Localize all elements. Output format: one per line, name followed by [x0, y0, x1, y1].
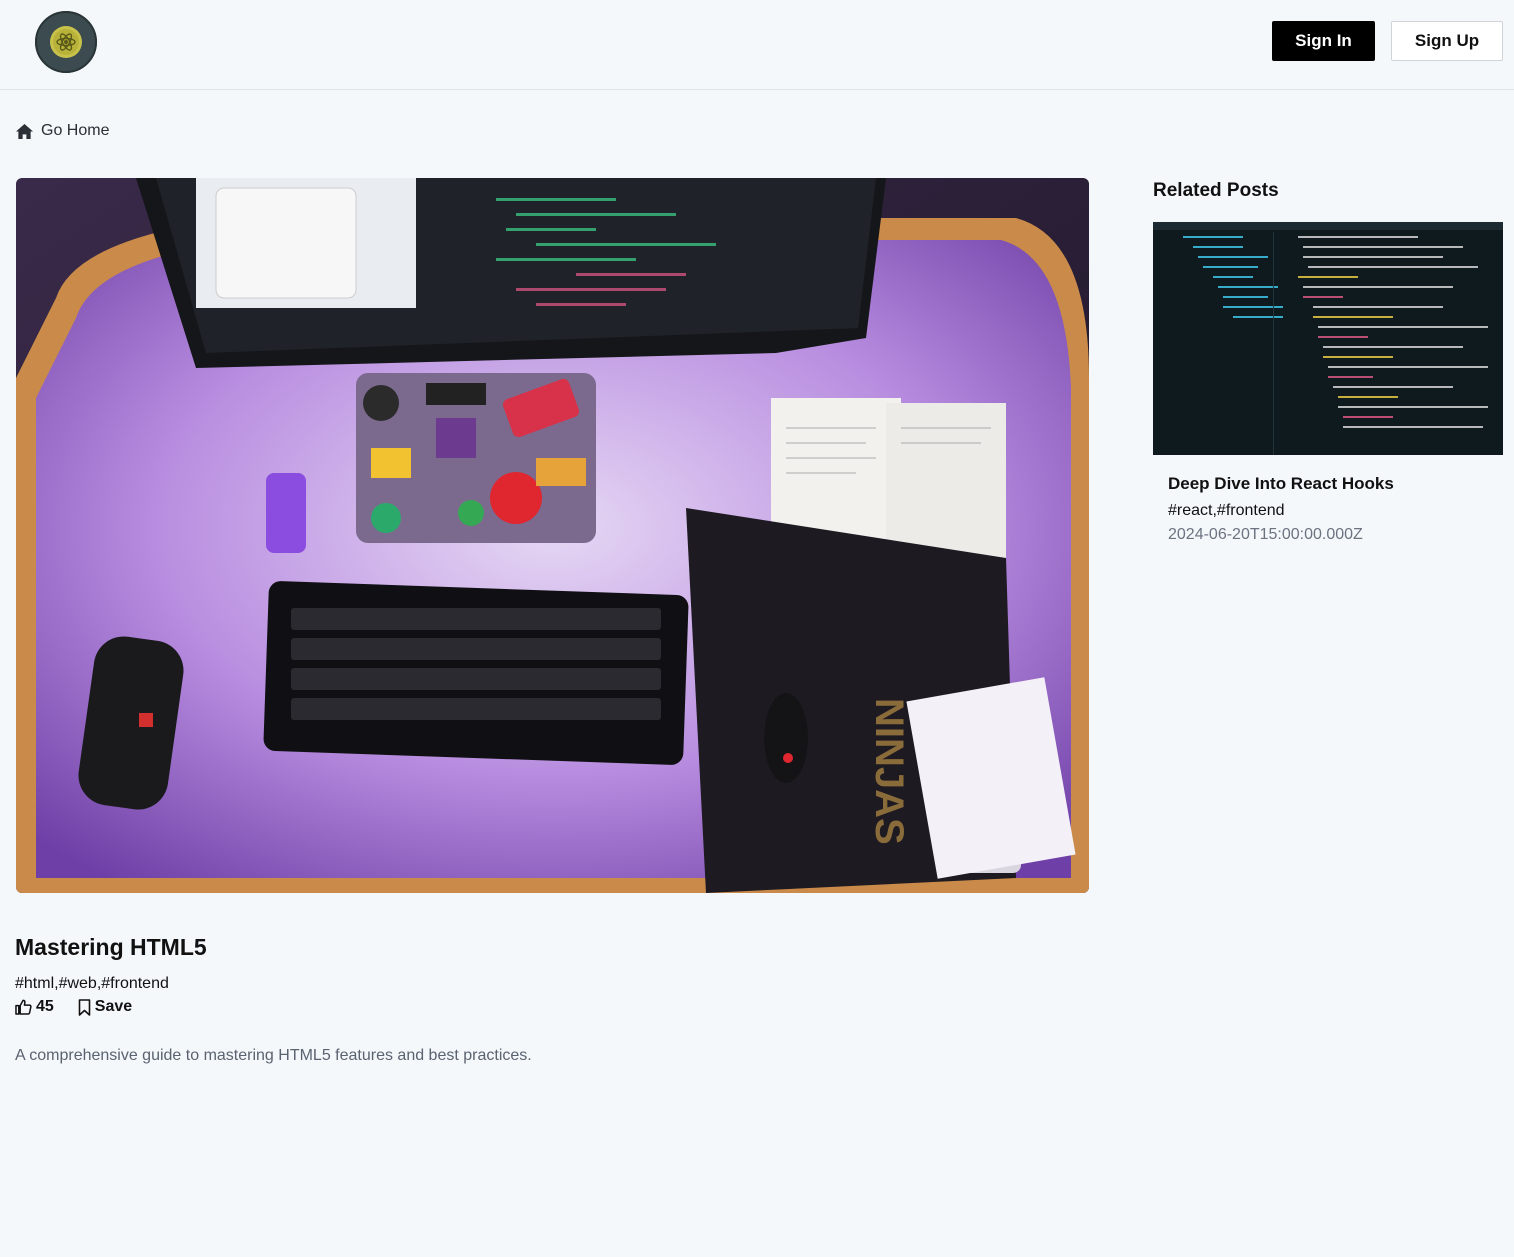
related-posts-heading: Related Posts — [1153, 180, 1279, 201]
sign-in-button[interactable]: Sign In — [1272, 21, 1375, 61]
related-post-tags: #react,#frontend — [1168, 502, 1285, 519]
related-post-title: Deep Dive Into React Hooks — [1168, 474, 1394, 493]
related-post-date: 2024-06-20T15:00:00.000Z — [1168, 526, 1363, 543]
logo-badge-icon — [35, 11, 97, 73]
go-home-link[interactable]: Go Home — [15, 122, 109, 140]
related-post-card[interactable]: Deep Dive Into React Hooks #react,#front… — [1153, 222, 1503, 543]
like-button[interactable]: 45 — [15, 998, 54, 1016]
site-logo[interactable] — [34, 10, 98, 74]
thumbs-up-icon — [15, 999, 32, 1015]
sign-up-button[interactable]: Sign Up — [1391, 21, 1503, 61]
bookmark-icon — [78, 998, 91, 1016]
post-tags: #html,#web,#frontend — [15, 975, 169, 992]
desk-setup-image: NINJAS — [16, 178, 1089, 893]
save-button[interactable]: Save — [78, 998, 132, 1016]
related-post-thumbnail — [1153, 222, 1503, 455]
svg-text:NINJAS: NINJAS — [867, 698, 911, 845]
top-header: Sign In Sign Up — [0, 0, 1514, 90]
post-actions: 45 Save — [15, 998, 132, 1016]
post-hero-image: NINJAS — [16, 178, 1089, 893]
home-icon — [16, 123, 33, 139]
post-title: Mastering HTML5 — [15, 934, 207, 960]
save-label: Save — [94, 998, 133, 1015]
post-description: A comprehensive guide to mastering HTML5… — [15, 1047, 532, 1064]
code-editor-image — [1153, 222, 1503, 455]
go-home-label: Go Home — [41, 122, 110, 139]
like-count: 45 — [36, 998, 54, 1015]
